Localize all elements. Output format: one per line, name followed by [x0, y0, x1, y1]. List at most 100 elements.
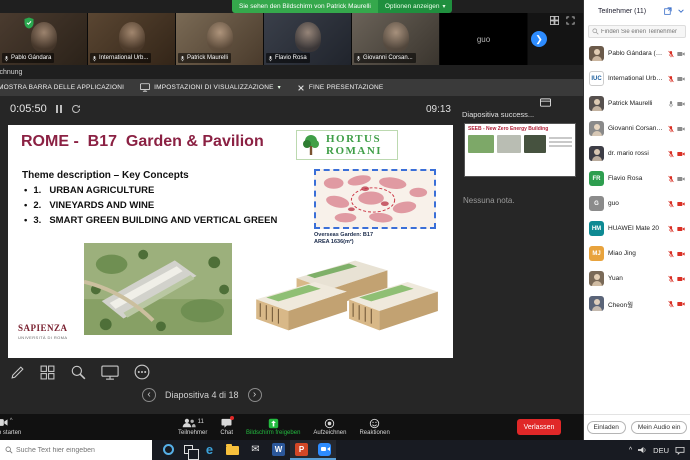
- pause-timer-button[interactable]: [56, 105, 62, 113]
- participant-row[interactable]: Cheon웡: [584, 291, 690, 316]
- mail-icon[interactable]: [244, 440, 267, 460]
- leave-meeting-button[interactable]: Verlassen: [517, 419, 561, 435]
- thumbnail-image: [524, 135, 546, 153]
- mic-muted-icon: [668, 275, 674, 283]
- taskbar-search[interactable]: [0, 440, 152, 460]
- more-options-button[interactable]: [134, 364, 150, 380]
- participant-row[interactable]: Giovanni Corsanego: [584, 116, 690, 141]
- speaker-icon[interactable]: [638, 446, 647, 454]
- next-slide-panel: Diapositiva success... SEEB - New Zero E…: [458, 96, 583, 414]
- action-center-icon[interactable]: [675, 446, 685, 455]
- mic-icon: [4, 55, 9, 62]
- participant-row[interactable]: FR Flavio Rosa: [584, 166, 690, 191]
- elapsed-timer: 0:05:50: [10, 103, 47, 115]
- encryption-shield-icon[interactable]: [24, 16, 34, 34]
- black-screen-button[interactable]: [101, 365, 119, 380]
- chevron-up-icon[interactable]: ^: [10, 418, 13, 424]
- video-tile[interactable]: Flavio Rosa: [264, 13, 352, 65]
- video-tile[interactable]: Patrick Maurelli: [176, 13, 264, 65]
- tray-expand-icon[interactable]: [629, 447, 632, 454]
- language-indicator[interactable]: DEU: [653, 446, 669, 455]
- avatar: MJ: [589, 246, 604, 261]
- task-view-icon[interactable]: [179, 440, 198, 460]
- avatar: [589, 296, 604, 311]
- slide-sorter-button[interactable]: [40, 365, 55, 380]
- participant-row[interactable]: Patrick Maurelli: [584, 91, 690, 116]
- avatar: [589, 46, 604, 61]
- participant-row[interactable]: dr. mario rossi: [584, 141, 690, 166]
- next-videos-button[interactable]: ❯: [531, 31, 547, 47]
- video-on-icon: [677, 76, 685, 82]
- record-icon: [324, 418, 335, 429]
- file-explorer-icon[interactable]: [221, 440, 244, 460]
- video-tile[interactable]: Pablo Gándara: [0, 13, 88, 65]
- record-button[interactable]: Aufzeichnen: [313, 414, 346, 440]
- tree-icon: [301, 133, 321, 157]
- previous-slide-button[interactable]: [142, 388, 156, 402]
- notes-placeholder: Nessuna nota.: [463, 196, 515, 205]
- thumbnail-text-lines: [549, 135, 572, 147]
- garden-map-image: [314, 169, 436, 229]
- video-on-icon: [677, 101, 685, 107]
- mic-muted-icon: [668, 200, 674, 208]
- next-slide-title: SEEB - New Zero Energy Building: [465, 124, 575, 133]
- chat-button[interactable]: Chat: [220, 414, 233, 440]
- participants-button[interactable]: 11 Teilnehmer: [178, 414, 207, 440]
- search-input[interactable]: [601, 29, 682, 35]
- view-options-label: Optionen anzeigen: [385, 0, 440, 13]
- participant-row[interactable]: Pablo Gándara (Ich): [584, 41, 690, 66]
- mic-muted-icon: [668, 50, 674, 58]
- start-video-button[interactable]: ^ Video starten: [0, 414, 21, 440]
- chevron-down-icon: [278, 84, 281, 91]
- next-slide-button[interactable]: [248, 388, 262, 402]
- participant-name: dr. mario rossi: [608, 150, 664, 157]
- video-on-icon: [677, 176, 685, 182]
- video-off-icon: [677, 151, 685, 157]
- audio-toggle-button[interactable]: Mein Audio ein: [631, 421, 688, 434]
- smiley-icon: [369, 418, 380, 429]
- participant-row[interactable]: HM HUAWEI Mate 20: [584, 216, 690, 241]
- share-screen-button[interactable]: Bildschirm freigeben: [246, 414, 300, 440]
- participant-row[interactable]: IUC International Urban Co...: [584, 66, 690, 91]
- chevron-down-icon[interactable]: [677, 7, 685, 15]
- participant-row[interactable]: Yuan: [584, 266, 690, 291]
- mic-icon: [268, 55, 273, 62]
- view-options-button[interactable]: Optionen anzeigen: [378, 0, 453, 13]
- taskbar-search-input[interactable]: [16, 447, 147, 454]
- participants-panel: Teilnehmer (11) Pablo Gándara (Ich) IUC: [583, 0, 690, 440]
- video-tile[interactable]: guo: [440, 13, 528, 65]
- video-strip: Pablo Gándara International Urb... Patri…: [0, 13, 583, 65]
- show-taskbar-button[interactable]: MOSTRA BARRA DELLE APPLICAZIONI: [0, 84, 124, 92]
- slide-heading: Theme description – Key Concepts: [22, 170, 189, 181]
- participant-name: Flavio Rosa: [608, 175, 664, 182]
- powerpoint-icon[interactable]: [290, 440, 313, 460]
- window-icon[interactable]: [540, 98, 551, 108]
- zoom-app-icon[interactable]: [313, 440, 336, 460]
- search-icon: [5, 446, 13, 454]
- zoom-slide-button[interactable]: [70, 364, 86, 380]
- popout-icon[interactable]: [664, 7, 672, 15]
- fullscreen-icon[interactable]: [566, 16, 575, 25]
- cortana-icon[interactable]: [158, 440, 179, 460]
- restart-timer-button[interactable]: [71, 104, 81, 114]
- participant-row[interactable]: MJ Miao Jing: [584, 241, 690, 266]
- video-tile[interactable]: Giovanni Corsan...: [352, 13, 440, 65]
- hortus-romani-logo: HORTUS ROMANI: [296, 130, 398, 160]
- avatar: IUC: [589, 71, 604, 86]
- end-presentation-button[interactable]: FINE PRESENTAZIONE: [297, 84, 384, 92]
- edge-icon[interactable]: [198, 440, 221, 460]
- video-tile[interactable]: International Urb...: [88, 13, 176, 65]
- display-settings-button[interactable]: IMPOSTAZIONI DI VISUALIZZAZIONE: [140, 83, 281, 92]
- word-icon[interactable]: [267, 440, 290, 460]
- participant-search[interactable]: [588, 25, 686, 38]
- search-icon: [592, 28, 599, 35]
- bullet-item: 2.VINEYARDS AND WINE: [24, 200, 277, 215]
- participant-row[interactable]: G guo: [584, 191, 690, 216]
- invite-button[interactable]: Einladen: [587, 421, 626, 434]
- mic-icon: [180, 55, 185, 62]
- reactions-button[interactable]: Reaktionen: [359, 414, 389, 440]
- participant-video-label: Pablo Gándara: [2, 53, 54, 63]
- gallery-view-icon[interactable]: [550, 16, 559, 25]
- next-slide-thumbnail[interactable]: SEEB - New Zero Energy Building: [464, 123, 576, 177]
- pen-tool-button[interactable]: [10, 365, 25, 380]
